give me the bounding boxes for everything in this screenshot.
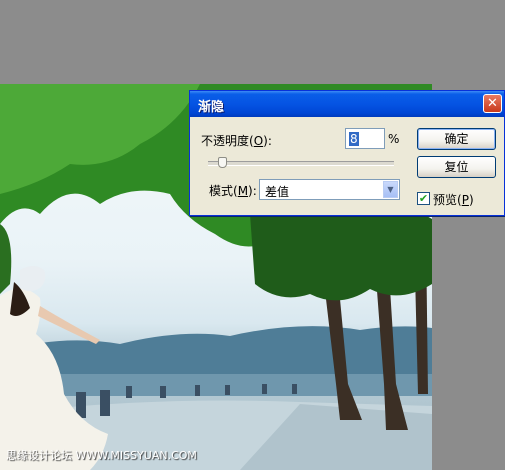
chevron-down-icon[interactable]: ▼: [383, 181, 398, 198]
dialog-titlebar[interactable]: 渐隐 ✕: [190, 91, 504, 117]
opacity-slider-track[interactable]: [208, 161, 394, 166]
blend-mode-value: 差值: [265, 185, 290, 199]
ok-button[interactable]: 确定: [417, 128, 496, 150]
lake: [0, 374, 432, 396]
close-button[interactable]: ✕: [483, 94, 502, 113]
dialog-title: 渐隐: [198, 100, 225, 115]
checkmark-icon: ✔: [418, 192, 429, 205]
close-icon: ✕: [487, 96, 498, 111]
opacity-unit: %: [388, 132, 400, 146]
opacity-label: 不透明度(O):: [201, 134, 272, 148]
preview-label[interactable]: 预览(P): [433, 191, 474, 208]
mode-label: 模式(M):: [209, 184, 257, 198]
opacity-slider-thumb[interactable]: [218, 157, 228, 168]
watermark: 思缘设计论坛 WWW.MISSYUAN.COM: [6, 449, 197, 462]
preview-checkbox[interactable]: ✔: [417, 192, 430, 205]
opacity-value: 8: [349, 132, 359, 146]
reset-button[interactable]: 复位: [417, 156, 496, 178]
blend-mode-select[interactable]: 差值 ▼: [259, 179, 400, 200]
fade-dialog: 渐隐 ✕ 不透明度(O): 8 % 模式(M): 差值 ▼ 确定 复位 ✔ 预览…: [189, 90, 505, 216]
opacity-input[interactable]: 8: [345, 128, 385, 149]
